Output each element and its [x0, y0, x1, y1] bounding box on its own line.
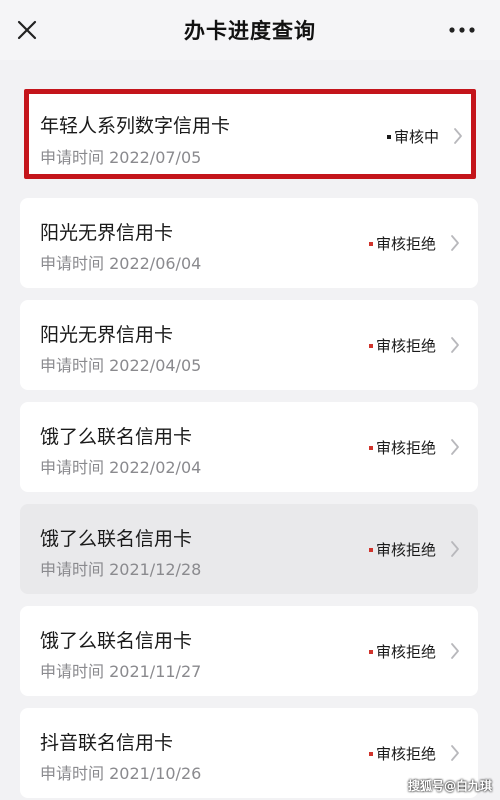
chevron-right-icon — [451, 235, 459, 251]
status-dot-icon — [368, 649, 373, 654]
card-name: 年轻人系列数字信用卡 — [40, 115, 231, 137]
application-card[interactable]: 饿了么联名信用卡 申请时间 2021/11/27 审核拒绝 — [20, 606, 478, 696]
page-title: 办卡进度查询 — [184, 19, 316, 43]
status-badge: 审核拒绝 — [368, 641, 436, 662]
status-dot-icon — [368, 547, 373, 552]
status-text: 审核拒绝 — [375, 439, 436, 457]
status-text: 审核中 — [393, 128, 439, 146]
card-name: 饿了么联名信用卡 — [40, 426, 193, 448]
status-dot-icon — [368, 241, 373, 246]
chevron-right-icon — [451, 643, 459, 659]
status-dot-icon — [386, 134, 391, 139]
status-text: 审核拒绝 — [375, 541, 436, 559]
status-badge: 审核拒绝 — [368, 437, 436, 458]
chevron-right-icon — [451, 745, 459, 761]
status-dot-icon — [368, 751, 373, 756]
application-card[interactable]: 饿了么联名信用卡 申请时间 2022/02/04 审核拒绝 — [20, 402, 478, 492]
application-date: 申请时间 2022/07/05 — [40, 148, 202, 167]
status-badge: 审核拒绝 — [368, 335, 436, 356]
application-card[interactable]: 阳光无界信用卡 申请时间 2022/04/05 审核拒绝 — [20, 300, 478, 390]
status-text: 审核拒绝 — [375, 337, 436, 355]
status-badge: 审核拒绝 — [368, 233, 436, 254]
application-date: 申请时间 2021/10/26 — [40, 764, 202, 783]
chevron-right-icon — [451, 439, 459, 455]
status-text: 审核拒绝 — [375, 643, 436, 661]
card-name: 阳光无界信用卡 — [40, 222, 174, 244]
status-badge: 审核拒绝 — [368, 539, 436, 560]
card-name: 抖音联名信用卡 — [40, 732, 174, 754]
status-text: 审核拒绝 — [375, 745, 436, 763]
more-icon[interactable] — [448, 18, 476, 42]
application-date: 申请时间 2022/04/05 — [40, 356, 202, 375]
watermark: 搜狐号@白九琪 — [407, 779, 492, 793]
chevron-right-icon — [454, 128, 462, 144]
card-name: 饿了么联名信用卡 — [40, 630, 193, 652]
application-date: 申请时间 2022/02/04 — [40, 458, 202, 477]
chevron-right-icon — [451, 541, 459, 557]
status-badge: 审核中 — [386, 126, 439, 147]
application-date: 申请时间 2021/11/27 — [40, 662, 202, 681]
chevron-right-icon — [451, 337, 459, 353]
status-badge: 审核拒绝 — [368, 743, 436, 764]
application-card[interactable]: 饿了么联名信用卡 申请时间 2021/12/28 审核拒绝 — [20, 504, 478, 594]
application-card[interactable]: 年轻人系列数字信用卡 申请时间 2022/07/05 审核中 — [24, 89, 476, 179]
close-icon[interactable] — [14, 17, 40, 43]
application-date: 申请时间 2022/06/04 — [40, 254, 202, 273]
card-name: 饿了么联名信用卡 — [40, 528, 193, 550]
application-card[interactable]: 阳光无界信用卡 申请时间 2022/06/04 审核拒绝 — [20, 198, 478, 288]
status-dot-icon — [368, 343, 373, 348]
status-text: 审核拒绝 — [375, 235, 436, 253]
status-dot-icon — [368, 445, 373, 450]
application-date: 申请时间 2021/12/28 — [40, 560, 202, 579]
card-name: 阳光无界信用卡 — [40, 324, 174, 346]
nav-header: 办卡进度查询 — [0, 0, 500, 60]
